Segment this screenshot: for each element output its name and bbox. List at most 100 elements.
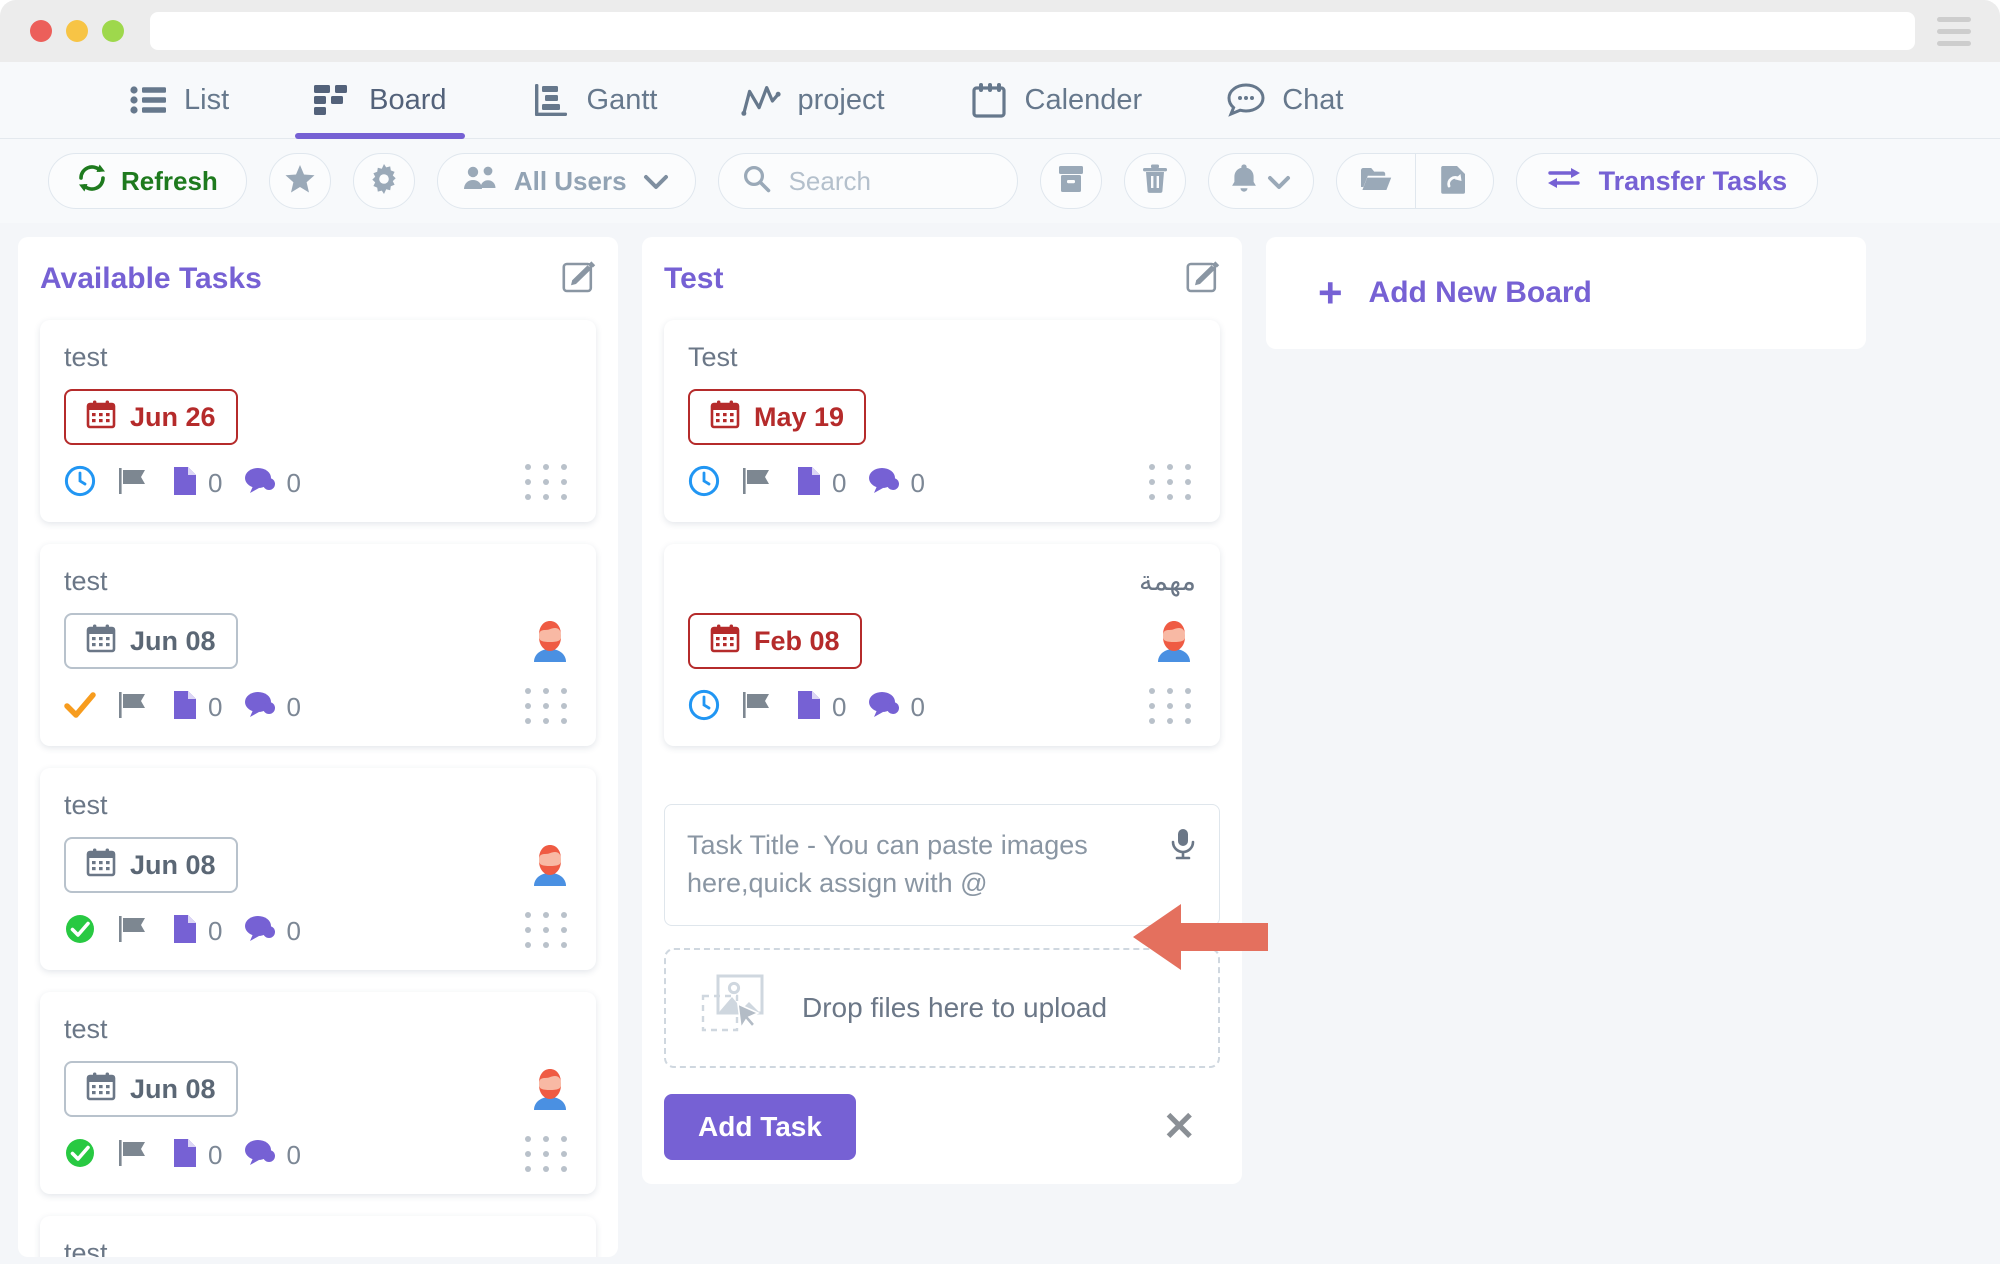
- star-icon: [285, 164, 315, 198]
- edit-pencil-icon[interactable]: [562, 259, 596, 298]
- drag-handle-icon[interactable]: [1149, 688, 1194, 724]
- calendar-icon: [969, 80, 1009, 120]
- priority-flag-icon[interactable]: [742, 690, 774, 725]
- priority-flag-icon[interactable]: [118, 466, 150, 501]
- minimize-window-button[interactable]: [66, 20, 88, 42]
- task-card[interactable]: test Jun 26 0 0: [40, 320, 596, 522]
- task-card[interactable]: Test May 19 0 0: [664, 320, 1220, 522]
- status-check-green-icon[interactable]: [64, 913, 96, 950]
- notifications-button[interactable]: [1207, 153, 1314, 209]
- priority-flag-icon[interactable]: [118, 914, 150, 949]
- priority-flag-icon[interactable]: [742, 466, 774, 501]
- all-users-filter[interactable]: All Users: [436, 153, 696, 209]
- task-card[interactable]: test Jun 08: [40, 544, 596, 746]
- refresh-button[interactable]: Refresh: [48, 153, 247, 209]
- status-check-green-icon[interactable]: [64, 1137, 96, 1174]
- transfer-tasks-button[interactable]: Transfer Tasks: [1515, 153, 1819, 209]
- attachment-count: 0: [832, 468, 847, 498]
- archive-button[interactable]: [1039, 153, 1102, 209]
- search-input[interactable]: Search: [717, 153, 1018, 209]
- assignee-avatar[interactable]: [526, 1066, 574, 1123]
- favorites-button[interactable]: [268, 153, 331, 209]
- tab-chat[interactable]: Chat: [1198, 62, 1371, 139]
- edit-pencil-icon[interactable]: [1186, 259, 1220, 298]
- add-new-board-button[interactable]: + Add New Board: [1266, 237, 1866, 349]
- attachment-icon[interactable]: [172, 465, 198, 502]
- attachment-icon[interactable]: [796, 689, 822, 726]
- task-due-date[interactable]: Jun 08: [64, 1061, 238, 1117]
- tab-chat-label: Chat: [1282, 83, 1344, 116]
- kanban-board: Available Tasks test Jun 26 0 0 test Jun…: [0, 223, 2000, 1264]
- close-x-icon[interactable]: ✕: [1162, 1107, 1196, 1147]
- drag-handle-icon[interactable]: [525, 1136, 570, 1172]
- drag-handle-icon[interactable]: [525, 688, 570, 724]
- trash-button[interactable]: [1123, 153, 1186, 209]
- comment-icon[interactable]: [244, 691, 276, 724]
- calendar-icon: [86, 1071, 116, 1108]
- close-window-button[interactable]: [30, 20, 52, 42]
- assignee-avatar[interactable]: [526, 618, 574, 675]
- assignee-avatar[interactable]: [526, 842, 574, 899]
- task-due-date[interactable]: Feb 08: [688, 613, 862, 669]
- tab-project[interactable]: project: [713, 62, 912, 139]
- task-card[interactable]: مهمة Feb 08 0 0: [664, 544, 1220, 746]
- task-card[interactable]: test Jun 08: [40, 1216, 596, 1257]
- comment-icon[interactable]: [244, 467, 276, 500]
- task-card[interactable]: test Jun 08: [40, 992, 596, 1194]
- attachment-icon[interactable]: [172, 913, 198, 950]
- priority-flag-icon[interactable]: [118, 1138, 150, 1173]
- task-title: test: [64, 790, 108, 820]
- drag-handle-icon[interactable]: [525, 464, 570, 500]
- assignee-avatar[interactable]: [1150, 618, 1198, 675]
- file-dropzone[interactable]: Drop files here to upload: [664, 947, 1220, 1068]
- refresh-label: Refresh: [121, 165, 218, 196]
- tab-project-label: project: [797, 83, 885, 116]
- settings-button[interactable]: [352, 153, 415, 209]
- users-icon: [463, 165, 498, 198]
- trash-icon: [1142, 164, 1168, 199]
- task-due-date[interactable]: Jun 08: [64, 837, 238, 893]
- task-title-input[interactable]: Task Title - You can paste images here,q…: [664, 804, 1220, 926]
- attachment-count: 0: [208, 1140, 223, 1170]
- status-clock-icon[interactable]: [688, 465, 720, 502]
- view-tabs: List Board Gantt project Calender Chat: [0, 62, 2000, 139]
- task-due-date[interactable]: May 19: [688, 389, 867, 445]
- url-bar[interactable]: [150, 12, 1915, 50]
- column-header: Test: [664, 259, 1220, 298]
- column-title: Available Tasks: [40, 261, 262, 295]
- task-due-date-label: May 19: [754, 401, 845, 432]
- status-clock-icon[interactable]: [64, 465, 96, 502]
- task-due-date[interactable]: Jun 08: [64, 613, 238, 669]
- comment-icon[interactable]: [244, 915, 276, 948]
- restore-button[interactable]: [1414, 154, 1493, 208]
- task-due-date[interactable]: Jun 26: [64, 389, 238, 445]
- priority-flag-icon[interactable]: [118, 690, 150, 725]
- attachment-icon[interactable]: [796, 465, 822, 502]
- board-column-test: Test Test May 19 0 0 مهمة Feb 08 0 0 Tas…: [642, 237, 1242, 1184]
- microphone-icon[interactable]: [1169, 827, 1197, 872]
- open-folder-button[interactable]: [1337, 154, 1415, 208]
- task-title-placeholder: Task Title - You can paste images here,q…: [687, 830, 1088, 898]
- tab-calender[interactable]: Calender: [941, 62, 1171, 139]
- task-card[interactable]: test Jun 08: [40, 768, 596, 970]
- tab-list[interactable]: List: [100, 62, 257, 139]
- task-title: test: [64, 1014, 108, 1044]
- comment-icon[interactable]: [868, 467, 900, 500]
- tab-board[interactable]: Board: [285, 62, 474, 139]
- add-new-board-label: Add New Board: [1368, 276, 1592, 309]
- status-clock-icon[interactable]: [688, 689, 720, 726]
- comment-icon[interactable]: [868, 691, 900, 724]
- attachment-count: 0: [832, 692, 847, 722]
- add-task-button[interactable]: Add Task: [664, 1093, 856, 1160]
- drag-handle-icon[interactable]: [525, 912, 570, 948]
- comment-icon[interactable]: [244, 1139, 276, 1172]
- hamburger-menu-icon[interactable]: [1937, 16, 1971, 46]
- attachment-icon[interactable]: [172, 689, 198, 726]
- status-check-orange-icon[interactable]: [64, 690, 96, 725]
- attachment-icon[interactable]: [172, 1137, 198, 1174]
- attachment-count: 0: [208, 692, 223, 722]
- task-meta: 0 0: [64, 913, 572, 950]
- tab-gantt[interactable]: Gantt: [503, 62, 686, 139]
- maximize-window-button[interactable]: [102, 20, 124, 42]
- drag-handle-icon[interactable]: [1149, 464, 1194, 500]
